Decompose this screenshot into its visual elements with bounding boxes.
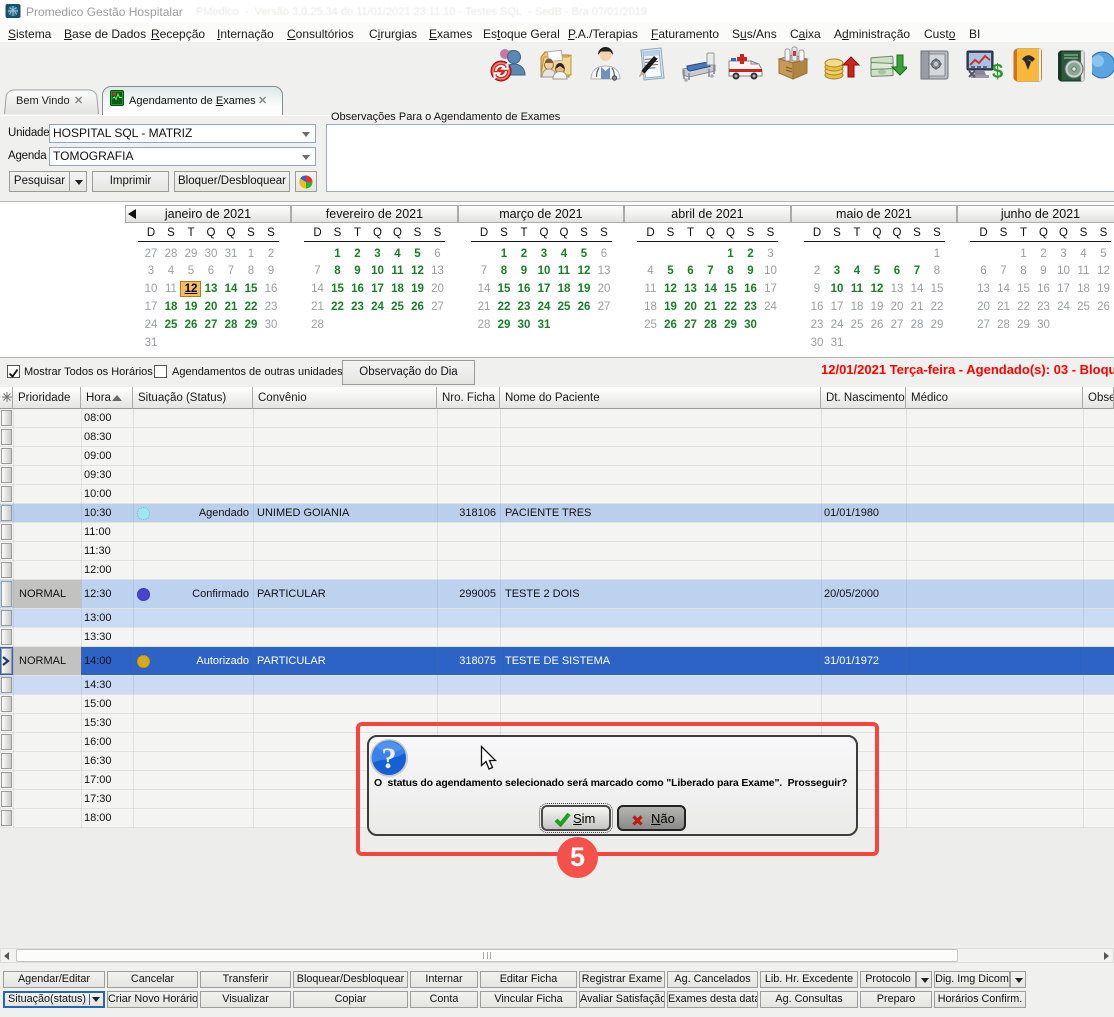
svg-text:$: $ [992,61,1003,83]
svg-text:?: ? [382,742,397,775]
